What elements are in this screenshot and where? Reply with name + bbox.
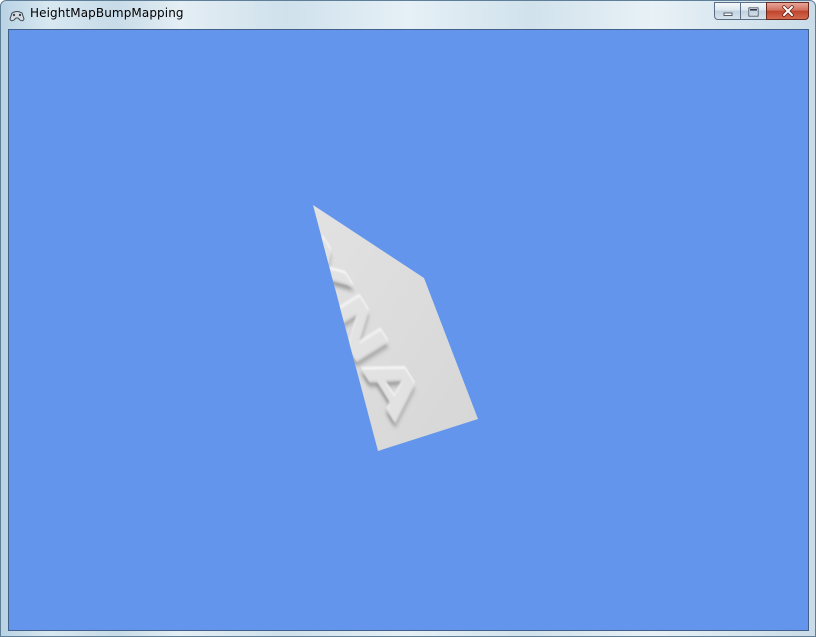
close-icon xyxy=(781,2,795,21)
minimize-icon xyxy=(723,2,733,21)
gamepad-icon[interactable] xyxy=(9,8,25,22)
app-window: HeightMapBumpMapping XNA XNA XNA xyxy=(0,0,816,637)
maximize-icon xyxy=(748,2,759,21)
title-bar[interactable]: HeightMapBumpMapping xyxy=(1,1,815,29)
close-button[interactable] xyxy=(766,2,809,20)
game-viewport[interactable]: XNA XNA XNA xyxy=(8,29,809,631)
rendered-scene: XNA XNA XNA xyxy=(313,205,478,451)
caption-buttons xyxy=(714,2,809,20)
maximize-button[interactable] xyxy=(740,2,766,20)
window-title: HeightMapBumpMapping xyxy=(30,6,184,20)
minimize-button[interactable] xyxy=(714,2,740,20)
